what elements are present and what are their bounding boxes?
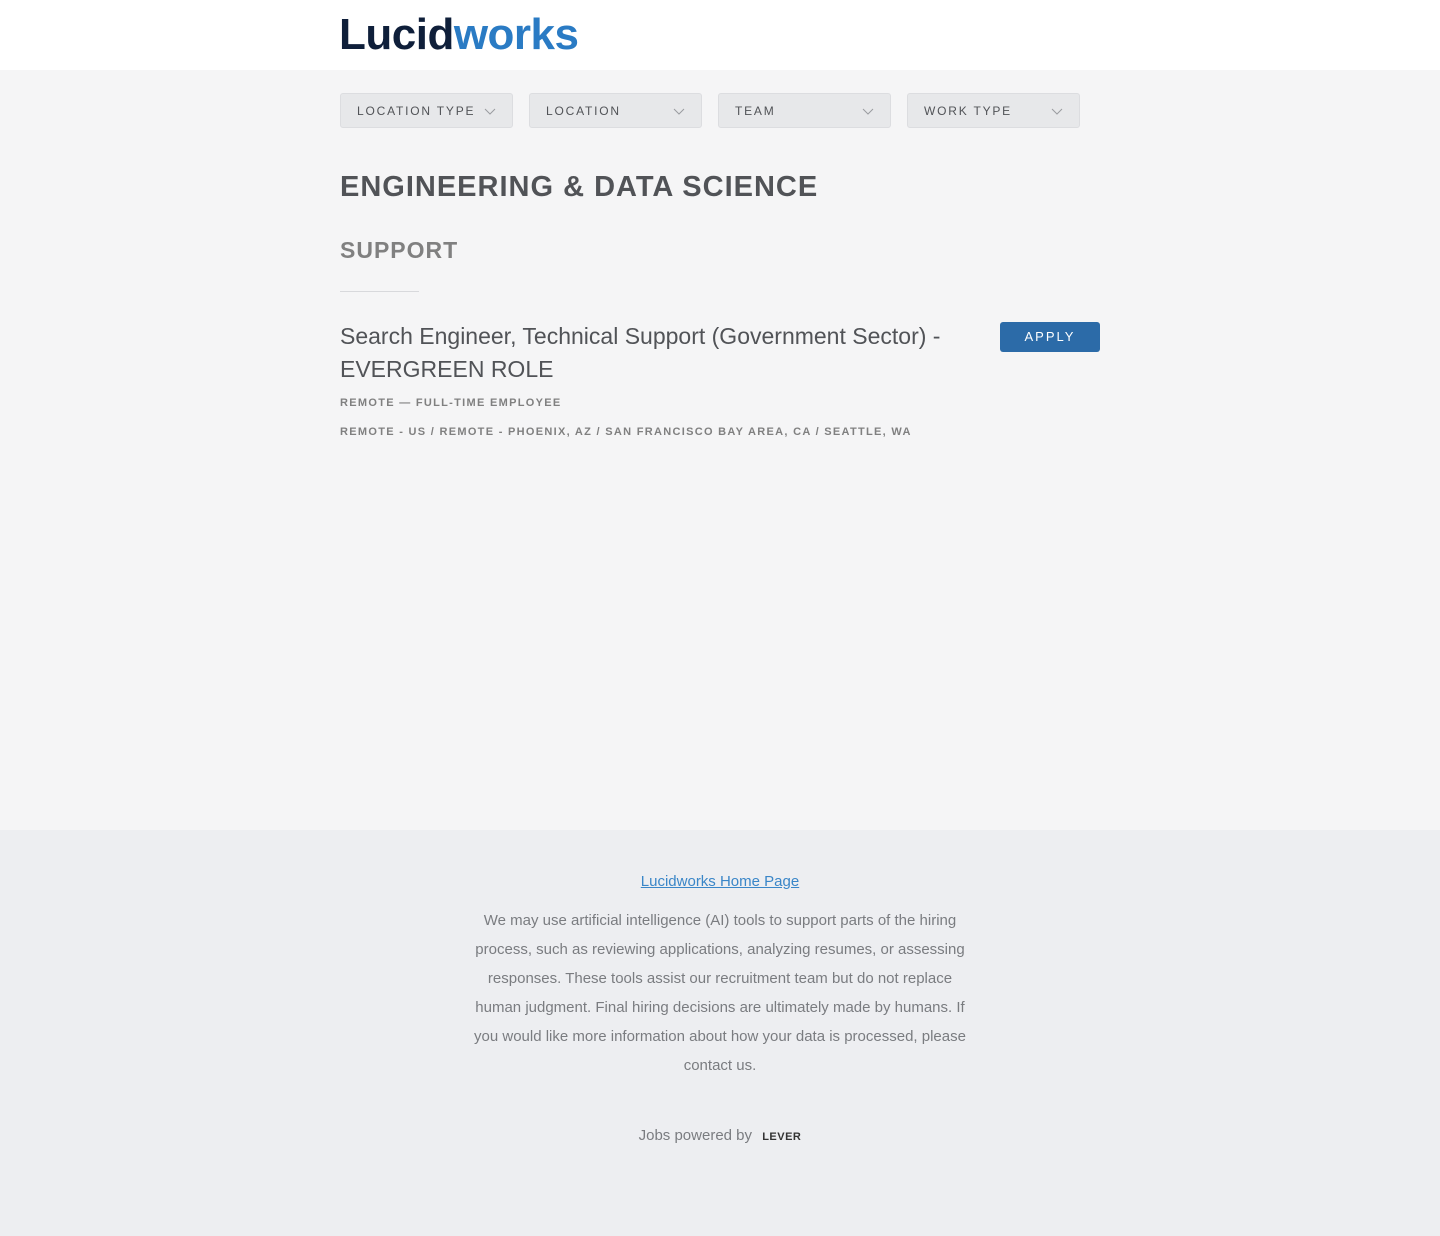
filter-location[interactable]: LOCATION [529,93,702,128]
filter-label: TEAM [735,103,776,118]
powered-by: Jobs powered by LEVER [0,1127,1440,1144]
filter-location-type[interactable]: LOCATION TYPE [340,93,513,128]
posting-commitment: REMOTE — FULL-TIME EMPLOYEE [340,397,562,409]
filter-label: LOCATION [546,103,621,118]
chevron-down-icon [1051,108,1063,115]
section-divider [340,291,419,292]
logo-text-part1: Lucid [339,10,454,59]
apply-button[interactable]: APPLY [1000,322,1100,352]
powered-by-text: Jobs powered by [638,1127,753,1144]
lever-logo[interactable]: LEVER [762,1131,801,1143]
home-page-link[interactable]: Lucidworks Home Page [0,873,1440,890]
filter-bar: LOCATION TYPE LOCATION TEAM WORK TYPE [340,93,1080,128]
filter-work-type[interactable]: WORK TYPE [907,93,1080,128]
filter-team[interactable]: TEAM [718,93,891,128]
chevron-down-icon [673,108,685,115]
team-group-title: ENGINEERING & DATA SCIENCE [340,171,819,203]
chevron-down-icon [862,108,874,115]
chevron-down-icon [484,108,496,115]
team-subgroup-title: SUPPORT [340,237,459,263]
posting-title-link[interactable]: Search Engineer, Technical Support (Gove… [340,320,980,386]
ai-disclaimer: We may use artificial intelligence (AI) … [474,912,966,1074]
top-bar: Lucidworks [0,0,1440,70]
logo-text-part2: works [453,10,579,59]
filter-label: LOCATION TYPE [357,103,476,118]
company-logo[interactable]: Lucidworks [339,10,579,60]
posting-locations: REMOTE - US / REMOTE - PHOENIX, AZ / SAN… [340,426,912,438]
filter-label: WORK TYPE [924,103,1012,118]
